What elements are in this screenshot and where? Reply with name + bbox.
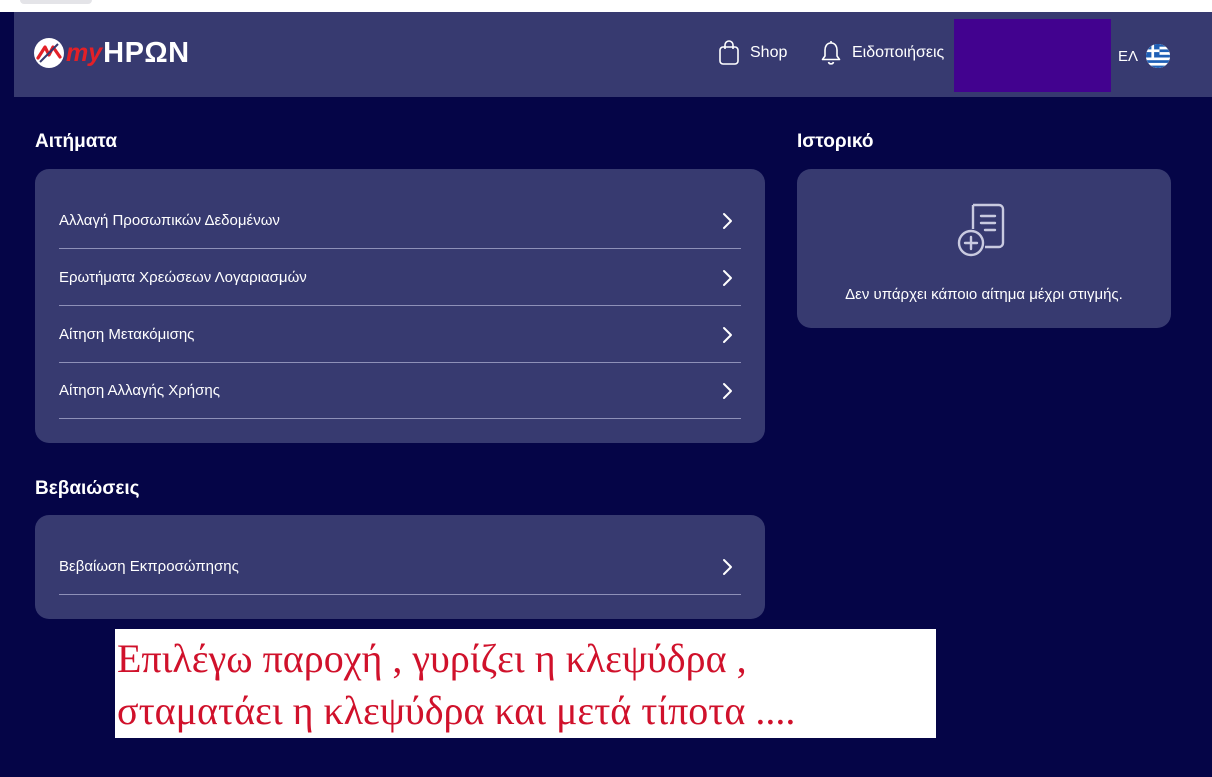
request-item-label: Αίτηση Μετακόμισης bbox=[59, 326, 195, 343]
shopping-bag-icon bbox=[718, 40, 740, 66]
document-add-icon bbox=[957, 203, 1005, 257]
chevron-right-icon bbox=[723, 382, 732, 399]
request-item-billing-questions[interactable]: Ερωτήματα Χρεώσεων Λογαριασμών bbox=[59, 250, 741, 306]
annotation-overlay: Επιλέγω παροχή , γυρίζει η κλεψύδρα , στ… bbox=[115, 629, 936, 738]
chevron-right-icon bbox=[723, 212, 732, 229]
request-item-change-of-use[interactable]: Αίτηση Αλλαγής Χρήσης bbox=[59, 363, 741, 419]
chevron-right-icon bbox=[723, 558, 732, 575]
browser-top-strip bbox=[0, 0, 1212, 12]
certificates-card: Βεβαίωση Εκπροσώπησης bbox=[35, 515, 765, 619]
shop-link[interactable]: Shop bbox=[718, 40, 787, 66]
bell-icon bbox=[820, 40, 842, 66]
notifications-link[interactable]: Ειδοποιήσεις bbox=[820, 40, 944, 66]
redacted-user-area bbox=[954, 19, 1111, 92]
certificate-item-label: Βεβαίωση Εκπροσώπησης bbox=[59, 558, 239, 575]
history-empty-message: Δεν υπάρχει κάποιο αίτημα μέχρι στιγμής. bbox=[845, 286, 1123, 303]
myhron-logo[interactable]: my ΗΡΩΝ bbox=[34, 37, 190, 69]
chevron-right-icon bbox=[723, 269, 732, 286]
certificates-title: Βεβαιώσεις bbox=[35, 478, 140, 499]
logo-emblem-icon bbox=[34, 38, 64, 68]
requests-title: Αιτήματα bbox=[35, 131, 118, 152]
language-selector[interactable]: ΕΛ bbox=[1118, 44, 1171, 68]
request-item-personal-data[interactable]: Αλλαγή Προσωπικών Δεδομένων bbox=[59, 193, 741, 249]
browser-tab-stub[interactable] bbox=[20, 0, 92, 4]
chevron-right-icon bbox=[723, 326, 732, 343]
logo-name: ΗΡΩΝ bbox=[103, 36, 190, 69]
request-item-label: Αίτηση Αλλαγής Χρήσης bbox=[59, 382, 220, 399]
notifications-label: Ειδοποιήσεις bbox=[852, 44, 945, 61]
annotation-line-2: σταματάει η κλεψύδρα και μετά τίποτα ...… bbox=[117, 688, 796, 733]
history-title: Ιστορικό bbox=[797, 131, 874, 152]
shop-label: Shop bbox=[750, 44, 788, 61]
request-item-relocation[interactable]: Αίτηση Μετακόμισης bbox=[59, 307, 741, 363]
greek-flag-icon bbox=[1146, 44, 1171, 68]
requests-card: Αλλαγή Προσωπικών Δεδομένων Ερωτήματα Χρ… bbox=[35, 169, 765, 443]
top-header: my ΗΡΩΝ Shop Ειδοποιήσεις ΕΛ bbox=[14, 12, 1212, 97]
language-label: ΕΛ bbox=[1118, 47, 1139, 65]
request-item-label: Ερωτήματα Χρεώσεων Λογαριασμών bbox=[59, 269, 307, 286]
certificate-item-representation[interactable]: Βεβαίωση Εκπροσώπησης bbox=[59, 539, 741, 595]
history-card: Δεν υπάρχει κάποιο αίτημα μέχρι στιγμής. bbox=[797, 169, 1171, 328]
logo-prefix: my bbox=[66, 38, 103, 67]
annotation-line-1: Επιλέγω παροχή , γυρίζει η κλεψύδρα , bbox=[117, 636, 747, 681]
request-item-label: Αλλαγή Προσωπικών Δεδομένων bbox=[59, 212, 280, 229]
